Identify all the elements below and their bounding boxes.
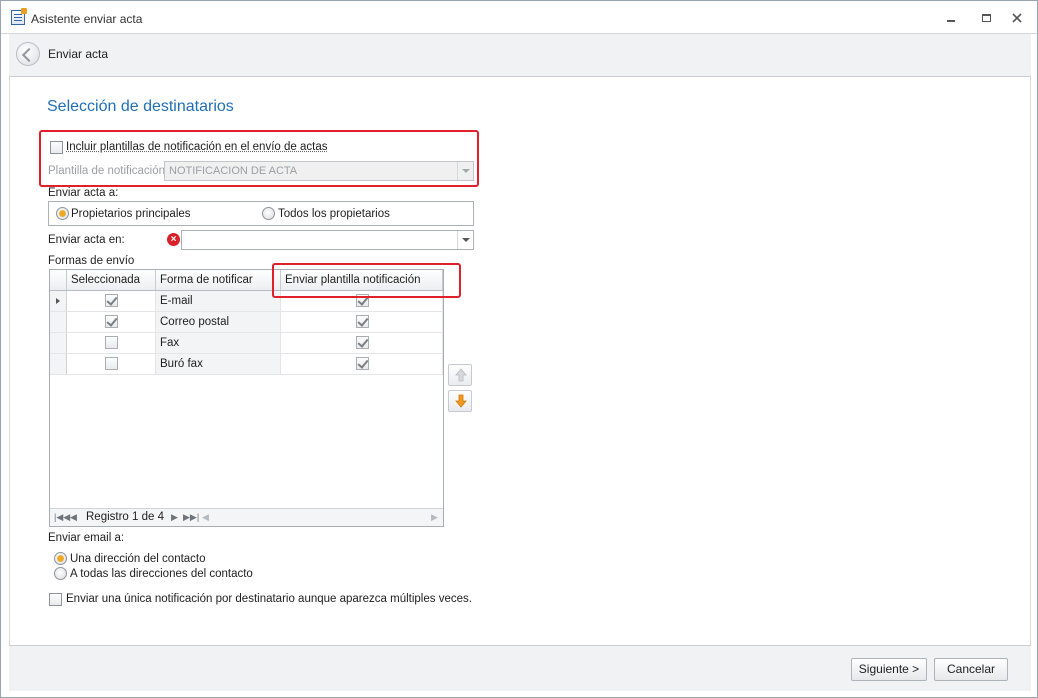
- row-selected-checkbox[interactable]: [105, 336, 118, 349]
- cell-selected: [67, 291, 156, 311]
- table-row[interactable]: Fax: [50, 333, 443, 354]
- app-document-icon: [11, 8, 27, 25]
- row-indicator: [50, 333, 67, 353]
- column-header-selected[interactable]: Seleccionada: [67, 270, 156, 290]
- template-select-value: NOTIFICACION DE ACTA: [169, 165, 298, 177]
- scroll-left-icon[interactable]: ◀: [202, 512, 209, 523]
- next-record-icon[interactable]: ▶: [171, 512, 178, 523]
- cell-method: Fax: [156, 333, 281, 353]
- maximize-button[interactable]: [978, 10, 994, 26]
- cell-send-template: [281, 333, 443, 353]
- column-header-method[interactable]: Forma de notificar: [156, 270, 281, 290]
- scroll-right-icon[interactable]: ▶: [431, 512, 438, 523]
- row-template-checkbox[interactable]: [356, 336, 369, 349]
- section-title: Selección de destinatarios: [47, 98, 234, 115]
- grid-corner: [50, 270, 67, 290]
- grid-navigator: |◀◀ ◀ Registro 1 de 4 ▶ ▶▶| ◀ ▶: [50, 508, 443, 526]
- arrow-down-icon: [455, 394, 467, 408]
- radio-main-owners-label: Propietarios principales: [71, 208, 191, 220]
- title-bar: Asistente enviar acta: [1, 1, 1037, 34]
- close-icon: [1012, 13, 1022, 23]
- row-template-checkbox[interactable]: [356, 315, 369, 328]
- chevron-down-icon: [457, 162, 473, 180]
- send-in-label: Enviar acta en:: [48, 234, 125, 246]
- cell-method: E-mail: [156, 291, 281, 311]
- cell-method: Correo postal: [156, 312, 281, 332]
- radio-all-owners-label: Todos los propietarios: [278, 208, 390, 220]
- maximize-icon: [981, 14, 991, 22]
- header-title: Enviar acta: [48, 47, 109, 61]
- back-arrow-icon[interactable]: [16, 42, 40, 66]
- chevron-down-icon: [457, 231, 473, 249]
- cell-send-template: [281, 312, 443, 332]
- radio-all-addresses[interactable]: [54, 567, 67, 580]
- radio-one-address-label: Una dirección del contacto: [70, 553, 206, 565]
- row-selected-checkbox[interactable]: [105, 315, 118, 328]
- cell-method: Buró fax: [156, 354, 281, 374]
- email-to-label: Enviar email a:: [48, 532, 125, 544]
- wizard-footer: Siguiente > Cancelar: [9, 645, 1031, 691]
- minimize-icon: [947, 20, 955, 22]
- table-row[interactable]: Buró fax: [50, 354, 443, 375]
- send-to-label: Enviar acta a:: [48, 187, 119, 199]
- include-templates-label: Incluir plantillas de notificación en el…: [66, 141, 328, 153]
- row-selected-checkbox[interactable]: [105, 294, 118, 307]
- minimize-button[interactable]: [943, 10, 959, 26]
- move-down-button[interactable]: [448, 390, 472, 412]
- arrow-up-icon: [455, 368, 467, 382]
- methods-label: Formas de envío: [48, 255, 135, 267]
- cell-selected: [67, 354, 156, 374]
- cell-selected: [67, 312, 156, 332]
- single-notification-label: Enviar una única notificación por destin…: [66, 593, 472, 605]
- close-button[interactable]: [1009, 10, 1025, 26]
- radio-one-address[interactable]: [54, 552, 67, 565]
- row-selected-checkbox[interactable]: [105, 357, 118, 370]
- move-up-button[interactable]: [448, 364, 472, 386]
- window-title: Asistente enviar acta: [31, 12, 143, 26]
- wizard-header: Enviar acta: [9, 34, 1031, 77]
- cancel-button[interactable]: Cancelar: [934, 658, 1008, 681]
- highlight-box-template-column: [272, 263, 461, 298]
- record-counter: Registro 1 de 4: [86, 511, 164, 523]
- next-button[interactable]: Siguiente >: [851, 658, 927, 681]
- radio-all-addresses-label: A todas las direcciones del contacto: [70, 568, 253, 580]
- methods-grid: Seleccionada Forma de notificar Enviar p…: [49, 269, 444, 527]
- error-icon: ×: [167, 233, 180, 246]
- radio-main-owners[interactable]: [56, 207, 69, 220]
- template-field-label: Plantilla de notificación:: [48, 165, 169, 177]
- row-template-checkbox[interactable]: [356, 357, 369, 370]
- row-indicator: [50, 312, 67, 332]
- table-row[interactable]: Correo postal: [50, 312, 443, 333]
- current-row-arrow-icon: [56, 298, 60, 304]
- wizard-window: Asistente enviar acta Enviar acta Selecc…: [0, 0, 1038, 698]
- include-templates-checkbox[interactable]: [50, 141, 63, 154]
- single-notification-checkbox[interactable]: [49, 593, 62, 606]
- cell-send-template: [281, 354, 443, 374]
- send-in-select[interactable]: [181, 230, 474, 250]
- first-record-icon[interactable]: |◀◀: [54, 512, 70, 523]
- template-select[interactable]: NOTIFICACION DE ACTA: [164, 161, 474, 181]
- last-record-icon[interactable]: ▶▶|: [183, 512, 199, 523]
- prev-record-icon[interactable]: ◀: [70, 512, 77, 523]
- row-indicator: [50, 291, 67, 311]
- row-indicator: [50, 354, 67, 374]
- cell-selected: [67, 333, 156, 353]
- radio-all-owners[interactable]: [262, 207, 275, 220]
